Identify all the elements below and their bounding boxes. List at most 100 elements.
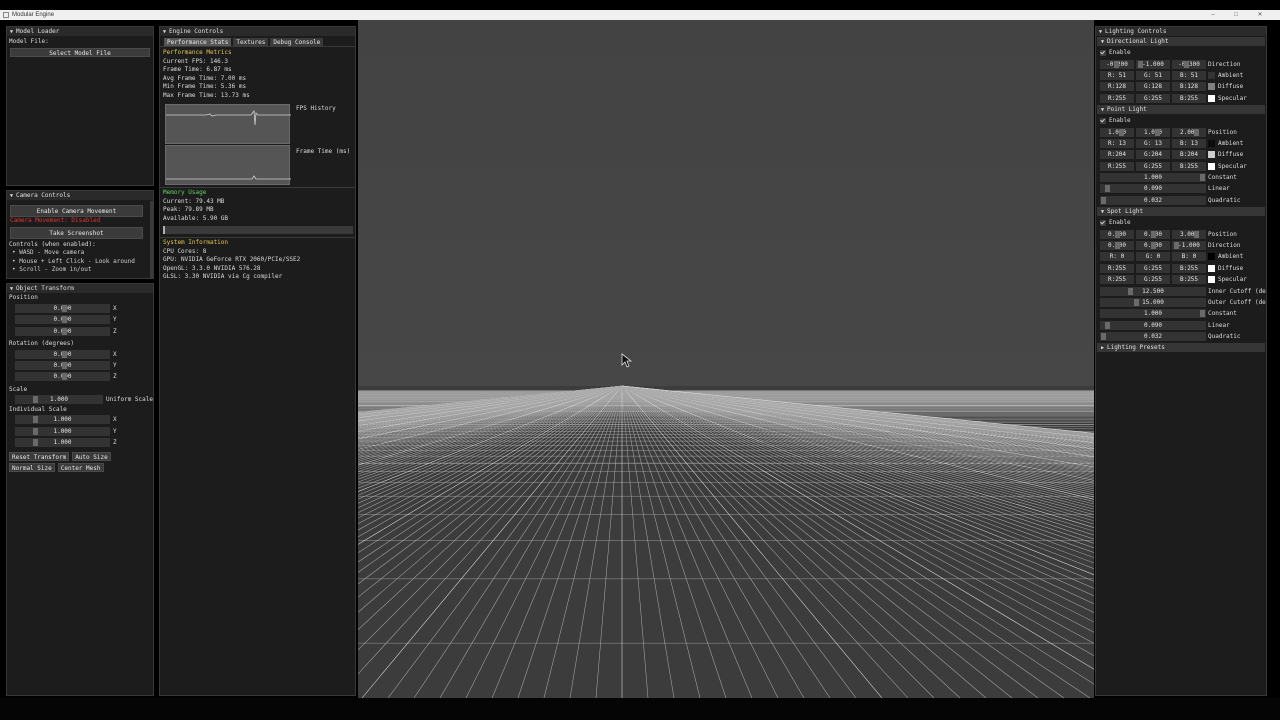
slider-grab[interactable] bbox=[1115, 242, 1120, 250]
collapse-arrow-icon[interactable]: ▼ bbox=[1101, 209, 1104, 215]
point-quadratic-slider[interactable]: 0.032 bbox=[1100, 195, 1206, 205]
point-light-header[interactable]: ▼ Point Light bbox=[1097, 104, 1265, 114]
close-icon[interactable]: ✕ bbox=[1252, 10, 1268, 20]
spot-diffuse-b[interactable]: B:255 bbox=[1172, 263, 1206, 273]
spot-enable-checkbox[interactable] bbox=[1100, 219, 1106, 226]
slider-grab[interactable] bbox=[1194, 128, 1199, 136]
spot-diffuse-swatch[interactable] bbox=[1208, 264, 1215, 272]
dir-direction-x[interactable]: -0.200 bbox=[1100, 59, 1134, 69]
normal-size-button[interactable]: Normal Size bbox=[9, 463, 55, 473]
collapse-arrow-icon[interactable]: ▼ bbox=[1101, 107, 1104, 113]
camera-scrollbar[interactable] bbox=[150, 201, 153, 278]
dir-diffuse-swatch[interactable] bbox=[1208, 83, 1215, 91]
slider-grab[interactable] bbox=[1174, 242, 1179, 250]
directional-enable-checkbox[interactable] bbox=[1100, 49, 1106, 56]
dir-diffuse-g[interactable]: G:128 bbox=[1136, 82, 1170, 92]
point-specular-b[interactable]: B:255 bbox=[1172, 161, 1206, 171]
point-position-x[interactable]: 1.000 bbox=[1100, 127, 1134, 137]
point-enable-checkbox[interactable] bbox=[1100, 117, 1106, 124]
point-position-y[interactable]: 1.000 bbox=[1136, 127, 1170, 137]
dir-specular-b[interactable]: B:255 bbox=[1172, 93, 1206, 103]
point-constant-slider[interactable]: 1.000 bbox=[1100, 173, 1206, 183]
slider-grab[interactable] bbox=[1134, 299, 1139, 306]
slider-grab[interactable] bbox=[1119, 128, 1124, 136]
spot-outer-cutoff-slider[interactable]: 15.000 bbox=[1100, 298, 1206, 307]
slider-grab[interactable] bbox=[1184, 60, 1189, 68]
slider-grab[interactable] bbox=[1105, 321, 1110, 329]
spot-direction-x[interactable]: 0.000 bbox=[1100, 241, 1134, 251]
spot-specular-b[interactable]: B:255 bbox=[1172, 275, 1206, 285]
slider-grab[interactable] bbox=[62, 373, 67, 381]
collapse-arrow-icon[interactable]: ▼ bbox=[163, 28, 166, 37]
collapse-arrow-icon[interactable]: ▼ bbox=[10, 28, 13, 37]
dir-diffuse-r[interactable]: R:128 bbox=[1100, 82, 1134, 92]
slider-grab[interactable] bbox=[1200, 310, 1205, 318]
spot-position-y[interactable]: 0.000 bbox=[1136, 229, 1170, 239]
directional-light-header[interactable]: ▼ Directional Light bbox=[1097, 37, 1265, 46]
slider-grab[interactable] bbox=[1105, 185, 1110, 193]
dir-direction-y[interactable]: -1.000 bbox=[1136, 59, 1170, 69]
maximize-icon[interactable]: □ bbox=[1228, 10, 1244, 20]
spot-specular-r[interactable]: R:255 bbox=[1100, 275, 1134, 285]
slider-grab[interactable] bbox=[33, 439, 38, 447]
slider-grab[interactable] bbox=[62, 327, 67, 335]
rotation-z-slider[interactable]: 0.000 bbox=[15, 372, 110, 382]
scale-z-slider[interactable]: 1.000 bbox=[15, 438, 110, 448]
dir-specular-swatch[interactable] bbox=[1208, 94, 1215, 102]
slider-grab[interactable] bbox=[62, 316, 67, 324]
spot-diffuse-g[interactable]: G:255 bbox=[1136, 263, 1170, 273]
rotation-y-slider[interactable]: 0.000 bbox=[15, 360, 110, 370]
point-ambient-r[interactable]: R: 13 bbox=[1100, 138, 1134, 148]
position-x-slider[interactable]: 0.000 bbox=[15, 303, 110, 313]
slider-grab[interactable] bbox=[1101, 196, 1106, 204]
minimize-icon[interactable]: – bbox=[1205, 10, 1221, 20]
spot-ambient-swatch[interactable] bbox=[1208, 253, 1215, 261]
collapse-arrow-icon[interactable]: ▼ bbox=[10, 285, 13, 294]
dir-specular-g[interactable]: G:255 bbox=[1136, 93, 1170, 103]
slider-grab[interactable] bbox=[62, 350, 67, 358]
collapse-arrow-icon[interactable]: ▼ bbox=[1101, 39, 1104, 45]
object-transform-title[interactable]: ▼ Object Transform bbox=[7, 284, 153, 293]
engine-controls-title[interactable]: ▼ Engine Controls bbox=[160, 27, 355, 36]
rotation-x-slider[interactable]: 0.000 bbox=[15, 349, 110, 359]
point-ambient-swatch[interactable] bbox=[1208, 139, 1215, 147]
enable-camera-movement-button[interactable]: Enable Camera Movement bbox=[10, 205, 143, 217]
position-z-slider[interactable]: 0.000 bbox=[15, 326, 110, 336]
select-model-file-button[interactable]: Select Model File bbox=[10, 47, 150, 57]
spot-quadratic-slider[interactable]: 0.032 bbox=[1100, 332, 1206, 342]
point-diffuse-r[interactable]: R:204 bbox=[1100, 150, 1134, 160]
dir-ambient-swatch[interactable] bbox=[1208, 71, 1215, 79]
slider-grab[interactable] bbox=[1194, 230, 1199, 238]
fps-history-plot[interactable] bbox=[165, 104, 291, 144]
camera-controls-title[interactable]: ▼ Camera Controls bbox=[7, 191, 153, 200]
center-mesh-button[interactable]: Center Mesh bbox=[57, 463, 104, 473]
slider-grab[interactable] bbox=[1114, 60, 1119, 68]
point-linear-slider[interactable]: 0.090 bbox=[1100, 184, 1206, 194]
spot-specular-swatch[interactable] bbox=[1208, 276, 1215, 284]
slider-grab[interactable] bbox=[1151, 242, 1156, 250]
point-diffuse-swatch[interactable] bbox=[1208, 151, 1215, 159]
point-specular-swatch[interactable] bbox=[1208, 162, 1215, 170]
scale-y-slider[interactable]: 1.000 bbox=[15, 426, 110, 436]
spot-inner-cutoff-slider[interactable]: 12.500 bbox=[1100, 286, 1206, 296]
point-specular-r[interactable]: R:255 bbox=[1100, 161, 1134, 171]
scale-x-slider[interactable]: 1.000 bbox=[15, 415, 110, 425]
spot-ambient-r[interactable]: R: 0 bbox=[1100, 252, 1134, 262]
reset-transform-button[interactable]: Reset Transform bbox=[9, 452, 70, 462]
uniform-scale-slider[interactable]: 1.000 bbox=[15, 395, 104, 405]
spot-position-x[interactable]: 0.000 bbox=[1100, 229, 1134, 239]
point-ambient-g[interactable]: G: 13 bbox=[1136, 138, 1170, 148]
slider-grab[interactable] bbox=[1200, 174, 1205, 182]
spot-linear-slider[interactable]: 0.090 bbox=[1100, 320, 1206, 330]
collapse-arrow-icon[interactable]: ▼ bbox=[1099, 28, 1102, 37]
take-screenshot-button[interactable]: Take Screenshot bbox=[10, 226, 143, 239]
slider-grab[interactable] bbox=[1151, 230, 1156, 238]
slider-grab[interactable] bbox=[1101, 333, 1106, 341]
spot-diffuse-r[interactable]: R:255 bbox=[1100, 263, 1134, 273]
collapse-arrow-icon[interactable]: ▼ bbox=[10, 192, 13, 201]
model-loader-title[interactable]: ▼ Model Loader bbox=[7, 27, 153, 36]
slider-grab[interactable] bbox=[62, 361, 67, 369]
dir-ambient-g[interactable]: G: 51 bbox=[1136, 70, 1170, 80]
slider-grab[interactable] bbox=[33, 416, 38, 424]
point-position-z[interactable]: 2.000 bbox=[1172, 127, 1206, 137]
